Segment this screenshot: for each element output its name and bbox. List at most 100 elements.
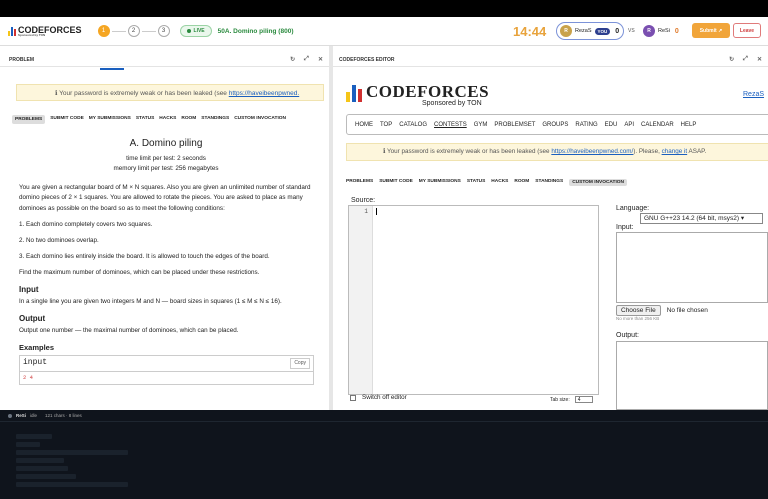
step-2[interactable]: 2: [127, 25, 140, 37]
player-name: RezaS: [575, 28, 592, 34]
nav-standings[interactable]: STANDINGS: [535, 179, 563, 186]
source-label: Source:: [351, 197, 376, 204]
menu-groups[interactable]: GROUPS: [542, 122, 568, 128]
close-icon[interactable]: ✕: [757, 56, 762, 63]
user-link[interactable]: RezaS: [743, 91, 764, 98]
example-input-label: input: [23, 358, 48, 368]
nav-room[interactable]: ROOM: [181, 115, 196, 124]
codeforces-logo[interactable]: CODEFORCES Sponsored by TON: [346, 82, 489, 107]
rocket-icon: ↗: [718, 27, 723, 34]
close-icon[interactable]: ✕: [318, 56, 323, 63]
blurred-code-line: [16, 482, 128, 487]
main-menu: HOME TOP CATALOG CONTESTS GYM PROBLEMSET…: [346, 114, 768, 135]
nav-status[interactable]: STATUS: [136, 115, 154, 124]
examples-section: Examples input Copy 2 4: [19, 342, 314, 386]
custom-input-textarea[interactable]: [616, 232, 768, 303]
example-input-box: input Copy 2 4: [19, 355, 314, 386]
blurred-code-line: [16, 466, 68, 471]
player-name: ReSi: [658, 28, 670, 34]
panel-title: PROBLEM: [9, 57, 34, 63]
language-value: GNU G++23 14.2 (64 bit, msys2): [644, 215, 740, 222]
input-heading: Input: [19, 284, 39, 294]
choose-file-button[interactable]: Choose File: [616, 305, 661, 316]
nav-my-submissions[interactable]: MY SUBMISSIONS: [89, 115, 131, 124]
current-problem-title[interactable]: 50A. Domino piling (800): [218, 28, 294, 35]
avatar: R: [560, 25, 572, 37]
menu-api[interactable]: API: [624, 122, 634, 128]
nav-submit-code[interactable]: SUBMIT CODE: [379, 179, 413, 186]
terminal-status: idle: [30, 413, 38, 418]
output-spec: Output one number — the maximal number o…: [19, 326, 239, 334]
menu-top[interactable]: TOP: [380, 122, 392, 128]
countdown-timer: 14:44: [513, 24, 547, 39]
warning-link[interactable]: https://haveibeenpwned.com/: [551, 148, 633, 155]
expand-icon[interactable]: ⤢: [304, 56, 309, 63]
input-label: Input:: [616, 224, 634, 231]
chevron-down-icon: ▾: [740, 215, 745, 222]
menu-edu[interactable]: EDU: [605, 122, 618, 128]
tab-size-label: Tab size:: [550, 396, 570, 403]
codeforces-logo[interactable]: CODEFORCES Sponsored by TON: [8, 25, 82, 37]
avatar: R: [643, 25, 655, 37]
refresh-icon[interactable]: ↻: [290, 56, 295, 63]
codeforces-logo-icon: [346, 85, 362, 102]
step-3[interactable]: 3: [157, 25, 170, 37]
blurred-code-line: [16, 450, 128, 455]
menu-rating[interactable]: RATING: [575, 122, 597, 128]
tab-size-control: Tab size: 4: [550, 396, 593, 403]
source-editor[interactable]: 1: [348, 205, 599, 395]
output-textarea[interactable]: [616, 341, 768, 410]
blurred-code-line: [16, 458, 64, 463]
blurred-code-line: [16, 442, 40, 447]
nav-my-submissions[interactable]: MY SUBMISSIONS: [419, 179, 461, 186]
language-select[interactable]: GNU G++23 14.2 (64 bit, msys2) ▾: [640, 213, 763, 224]
contest-nav: PROBLEMS SUBMIT CODE MY SUBMISSIONS STAT…: [346, 179, 627, 186]
text-caret: [376, 208, 377, 215]
problem-content[interactable]: ℹ Your password is extremely weak or has…: [8, 66, 324, 410]
nav-submit-code[interactable]: SUBMIT CODE: [50, 115, 84, 124]
warning-text: ℹ Your password is extremely weak or has…: [55, 90, 229, 97]
player-score: 0: [615, 27, 620, 35]
menu-problemset[interactable]: PROBLEMSET: [494, 122, 535, 128]
submit-button[interactable]: Submit ↗: [692, 23, 730, 38]
menu-home[interactable]: HOME: [355, 122, 373, 128]
step-1[interactable]: 1: [97, 25, 110, 37]
terminal-meta: 121 chars · 8 lines: [45, 413, 82, 418]
output-heading: Output: [19, 313, 46, 323]
file-upload: Choose File No file chosen: [616, 305, 708, 316]
statement-paragraph: Find the maximum number of dominoes, whi…: [19, 268, 260, 276]
nav-hacks[interactable]: HACKS: [491, 179, 508, 186]
expand-icon[interactable]: ⤢: [743, 56, 748, 63]
nav-custom-invocation[interactable]: CUSTOM INVOCATION: [569, 179, 627, 186]
menu-catalog[interactable]: CATALOG: [399, 122, 427, 128]
nav-standings[interactable]: STANDINGS: [201, 115, 229, 124]
editor-content[interactable]: CODEFORCES Sponsored by TON RezaS HOME T…: [334, 66, 768, 410]
switch-off-editor[interactable]: Switch off editor: [350, 394, 407, 401]
menu-gym[interactable]: GYM: [474, 122, 488, 128]
tab-size-input[interactable]: 4: [574, 396, 593, 403]
blurred-code-line: [16, 434, 52, 439]
switch-label: Switch off editor: [362, 394, 407, 401]
switch-checkbox[interactable]: [350, 394, 356, 401]
leave-button[interactable]: Leave: [733, 23, 761, 38]
nav-custom-invocation[interactable]: CUSTOM INVOCATION: [234, 115, 286, 124]
warning-link[interactable]: https://haveibeenpwned.: [229, 90, 299, 97]
example-input-value: 2 4: [23, 373, 33, 381]
nav-status[interactable]: STATUS: [467, 179, 485, 186]
refresh-icon[interactable]: ↻: [729, 56, 734, 63]
panel-title: CODEFORCES EDITOR: [339, 57, 395, 63]
panel-divider[interactable]: [329, 46, 333, 410]
copy-button[interactable]: Copy: [290, 357, 310, 370]
menu-help[interactable]: HELP: [681, 122, 697, 128]
change-password-link[interactable]: change it: [662, 148, 688, 155]
menu-calendar[interactable]: CALENDAR: [641, 122, 674, 128]
statement-paragraph: You are given a rectangular board of M ×…: [19, 184, 311, 212]
nav-room[interactable]: ROOM: [514, 179, 529, 186]
nav-problems[interactable]: PROBLEMS: [346, 179, 373, 186]
time-limit: time limit per test: 2 seconds: [126, 154, 206, 162]
menu-contests[interactable]: CONTESTS: [434, 122, 467, 128]
statement-paragraph: 1. Each domino completely covers two squ…: [19, 220, 153, 228]
problem-statement: You are given a rectangular board of M ×…: [19, 183, 314, 335]
nav-hacks[interactable]: HACKS: [159, 115, 176, 124]
nav-problems[interactable]: PROBLEMS: [12, 115, 46, 125]
